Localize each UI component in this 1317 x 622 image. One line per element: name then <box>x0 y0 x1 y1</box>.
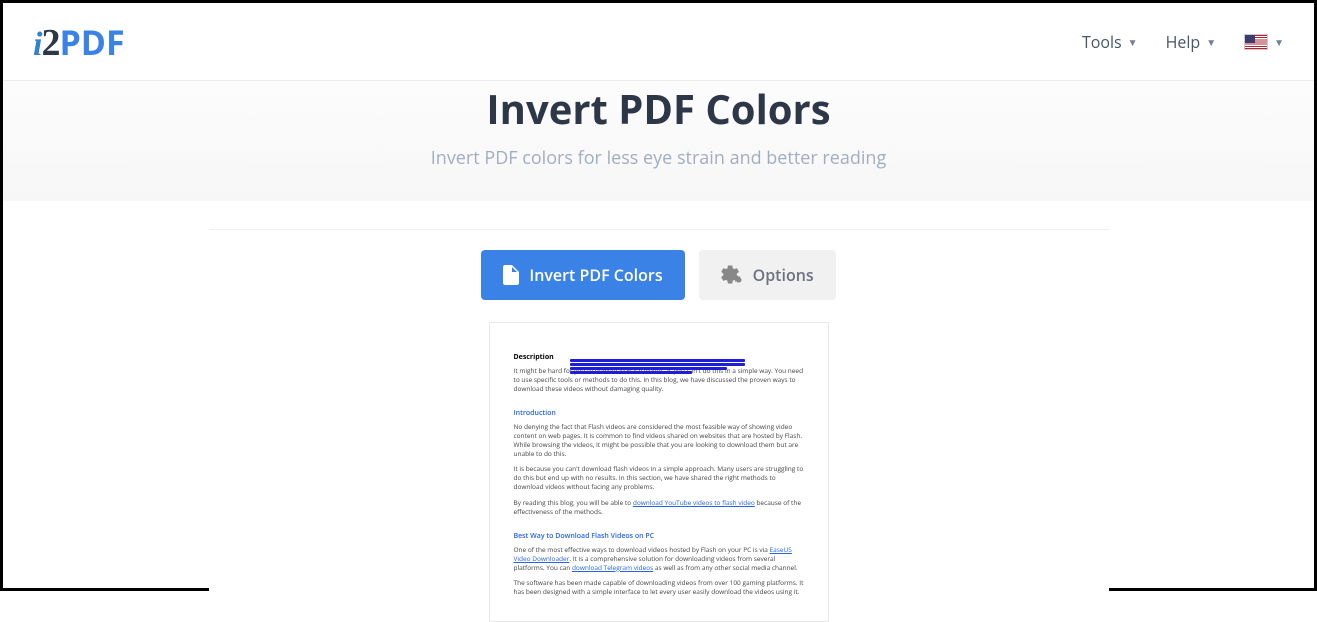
doc-intro-heading: Introduction <box>514 409 804 419</box>
doc-best-heading: Best Way to Download Flash Videos on PC <box>514 532 804 542</box>
chevron-down-icon: ▼ <box>1206 35 1216 49</box>
logo-i: i <box>33 26 41 64</box>
tab-options-label: Options <box>753 264 814 286</box>
page-subtitle: Invert PDF colors for less eye strain an… <box>3 146 1314 170</box>
tab-options[interactable]: Options <box>699 250 836 300</box>
redaction-mark <box>570 359 745 373</box>
file-icon <box>503 265 519 285</box>
nav-help[interactable]: Help ▼ <box>1166 31 1217 53</box>
pdf-preview: Description It might be hard for you to … <box>489 322 829 622</box>
logo[interactable]: i2PDF <box>33 19 125 65</box>
doc-best-p1: One of the most effective ways to downlo… <box>514 545 804 572</box>
doc-intro-p3: By reading this blog, you will be able t… <box>514 498 804 516</box>
tabs: Invert PDF Colors Options <box>209 250 1109 300</box>
gears-icon <box>721 265 743 285</box>
doc-intro-p1: No denying the fact that Flash videos ar… <box>514 422 804 458</box>
chevron-down-icon: ▼ <box>1128 35 1138 49</box>
header: i2PDF Tools ▼ Help ▼ ▼ <box>3 3 1314 81</box>
nav-language[interactable]: ▼ <box>1244 34 1284 50</box>
doc-intro-p2: It is because you can't download flash v… <box>514 464 804 491</box>
nav-help-label: Help <box>1166 31 1201 53</box>
page-title: Invert PDF Colors <box>3 81 1314 136</box>
tab-invert-label: Invert PDF Colors <box>529 264 662 286</box>
doc-best-p2: The software has been made capable of do… <box>514 578 804 596</box>
nav-tools-label: Tools <box>1082 31 1122 53</box>
logo-2: 2 <box>41 21 59 65</box>
page-hero: Invert PDF Colors Invert PDF colors for … <box>3 81 1314 201</box>
doc-link: download Telegram videos <box>572 563 653 572</box>
nav-tools[interactable]: Tools ▼ <box>1082 31 1138 53</box>
nav: Tools ▼ Help ▼ ▼ <box>1082 31 1284 53</box>
tab-invert[interactable]: Invert PDF Colors <box>481 250 684 300</box>
doc-link: download YouTube videos to flash video <box>633 498 755 507</box>
us-flag-icon <box>1244 34 1268 50</box>
logo-pdf: PDF <box>59 19 124 65</box>
content-box: Invert PDF Colors Options Description It… <box>209 229 1109 622</box>
chevron-down-icon: ▼ <box>1274 35 1284 49</box>
